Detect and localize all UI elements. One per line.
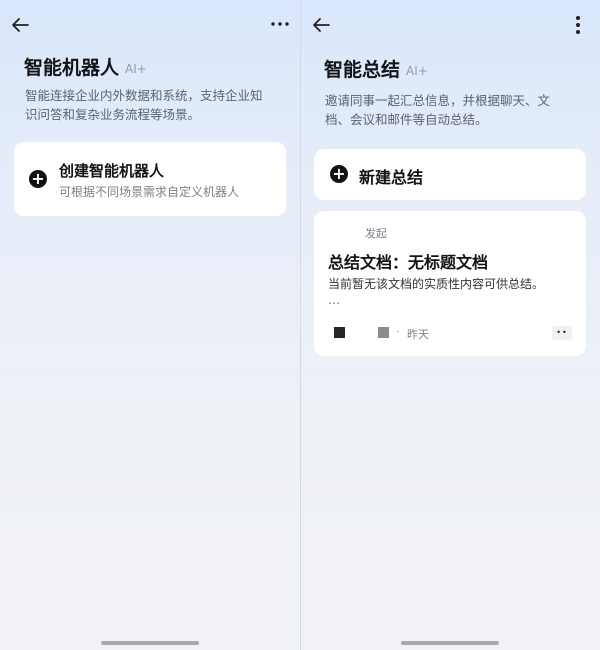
summary-item-card[interactable]: 发起 总结文档：无标题文档 当前暂无该文档的实质性内容可供总结。 … · 昨天 … <box>314 211 586 356</box>
meta-separator: · <box>396 325 400 338</box>
robot-panel: 智能机器人 AI+ 智能连接企业内外数据和系统，支持企业知 识问答和复杂业务流程等… <box>0 0 300 650</box>
more-horizontal-icon[interactable] <box>270 21 290 27</box>
new-summary-button[interactable]: + 新建总结 <box>314 149 586 200</box>
description-line: 智能连接企业内外数据和系统，支持企业知 <box>25 88 263 103</box>
summary-time: 昨天 <box>407 328 429 341</box>
plus-circle-icon: + <box>29 170 47 188</box>
home-indicator[interactable] <box>401 641 499 645</box>
summary-content: 当前暂无该文档的实质性内容可供总结。 <box>328 277 545 291</box>
home-indicator[interactable] <box>101 641 199 645</box>
page-title: 智能机器人 AI+ <box>24 53 147 80</box>
ai-badge: AI+ <box>406 63 428 78</box>
ai-badge: AI+ <box>125 61 147 76</box>
page-title-text: 智能总结 <box>324 59 401 81</box>
page-title: 智能总结 AI+ <box>324 55 428 82</box>
description-line: 档、会议和邮件等自动总结。 <box>325 112 488 127</box>
doc-type-icon <box>378 327 389 338</box>
summary-panel: 智能总结 AI+ 邀请同事一起汇总信息，并根据聊天、文 档、会议和邮件等自动总结。… <box>301 0 600 650</box>
create-robot-card[interactable]: + 创建智能机器人 可根据不同场景需求自定义机器人 <box>14 142 286 216</box>
more-vertical-icon[interactable] <box>575 15 581 35</box>
description-line: 邀请同事一起汇总信息，并根据聊天、文 <box>325 93 551 108</box>
more-dots-icon: •• <box>556 328 568 337</box>
summary-ellipsis: … <box>328 293 340 307</box>
page-description: 邀请同事一起汇总信息，并根据聊天、文 档、会议和邮件等自动总结。 <box>325 91 587 129</box>
page-description: 智能连接企业内外数据和系统，支持企业知 识问答和复杂业务流程等场景。 <box>25 86 287 124</box>
initiated-label: 发起 <box>365 227 387 240</box>
description-line: 识问答和复杂业务流程等场景。 <box>25 107 201 122</box>
new-summary-label: 新建总结 <box>359 168 424 187</box>
plus-circle-icon: + <box>330 165 348 183</box>
arrow-left-icon[interactable] <box>10 16 30 34</box>
creator-avatar <box>334 327 345 338</box>
create-robot-subtitle: 可根据不同场景需求自定义机器人 <box>59 185 240 199</box>
create-robot-title: 创建智能机器人 <box>59 162 165 180</box>
summary-title: 总结文档：无标题文档 <box>328 253 489 272</box>
arrow-left-icon[interactable] <box>311 16 331 34</box>
more-button[interactable]: •• <box>552 326 572 340</box>
page-title-text: 智能机器人 <box>24 57 120 79</box>
